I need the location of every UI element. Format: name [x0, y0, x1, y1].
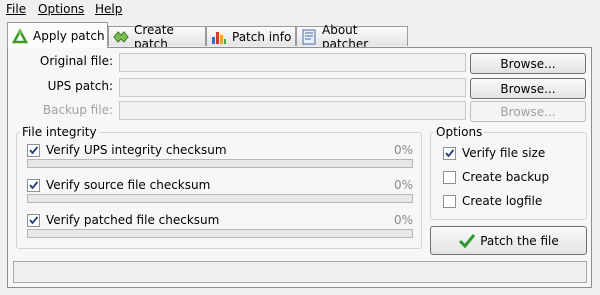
options-title: Options	[434, 125, 485, 139]
verify-patched-label: Verify patched file checksum	[46, 213, 220, 227]
options-group: Options Verify file size Create backup C…	[430, 125, 587, 220]
ups-patch-field[interactable]	[119, 78, 466, 97]
status-bar	[13, 261, 587, 283]
verify-ups-label: Verify UPS integrity checksum	[46, 143, 227, 157]
verify-file-size-checkbox[interactable]	[443, 147, 456, 160]
verify-file-size-label: Verify file size	[462, 146, 546, 160]
verify-source-percent: 0%	[393, 178, 413, 192]
browse-original-button[interactable]: Browse...	[470, 53, 586, 74]
tab-patch-info[interactable]: Patch info	[206, 26, 296, 46]
browse-ups-button[interactable]: Browse...	[470, 78, 586, 99]
verify-ups-checkbox[interactable]	[27, 144, 40, 157]
verify-patched-progress	[27, 229, 413, 238]
tab-create-patch[interactable]: Create patch	[108, 23, 206, 51]
apply-patch-icon	[11, 27, 29, 44]
ups-patch-label: UPS patch:	[47, 79, 113, 93]
chart-icon	[211, 29, 227, 45]
verify-source-checkbox[interactable]	[27, 179, 40, 192]
tab-strip: Apply patch Create patch Patch info Abou…	[0, 22, 600, 51]
create-logfile-checkbox[interactable]	[443, 195, 456, 208]
tab-about-patcher[interactable]: About patcher	[296, 23, 408, 51]
original-file-field[interactable]	[119, 53, 466, 72]
create-logfile-label: Create logfile	[462, 194, 543, 208]
backup-file-field	[119, 101, 466, 120]
menu-options[interactable]: Options	[38, 2, 84, 16]
verify-source-label: Verify source file checksum	[46, 178, 211, 192]
verify-source-progress	[27, 194, 413, 203]
patch-file-label: Patch the file	[480, 233, 559, 248]
verify-ups-percent: 0%	[393, 143, 413, 157]
tab-apply-patch[interactable]: Apply patch	[7, 22, 108, 48]
browse-backup-button: Browse...	[470, 101, 586, 122]
apply-patch-panel: Original file: Browse... UPS patch: Brow…	[7, 47, 592, 288]
verify-patched-checkbox[interactable]	[27, 214, 40, 227]
menu-bar: File Options Help	[0, 0, 600, 18]
patch-file-button[interactable]: Patch the file	[430, 226, 587, 255]
create-patch-icon	[113, 29, 129, 45]
verify-patched-percent: 0%	[393, 213, 413, 227]
verify-ups-progress	[27, 159, 413, 168]
create-backup-label: Create backup	[462, 170, 550, 184]
document-icon	[301, 29, 317, 45]
menu-file[interactable]: File	[6, 2, 26, 16]
tab-label: Patch info	[232, 29, 292, 44]
file-integrity-group: File integrity Verify UPS integrity chec…	[16, 125, 422, 249]
checkmark-icon	[458, 233, 476, 249]
backup-file-label: Backup file:	[42, 103, 113, 117]
tab-label: Apply patch	[33, 28, 105, 43]
file-integrity-title: File integrity	[20, 125, 99, 139]
menu-help[interactable]: Help	[95, 2, 122, 16]
create-backup-checkbox[interactable]	[443, 171, 456, 184]
original-file-label: Original file:	[39, 54, 113, 68]
